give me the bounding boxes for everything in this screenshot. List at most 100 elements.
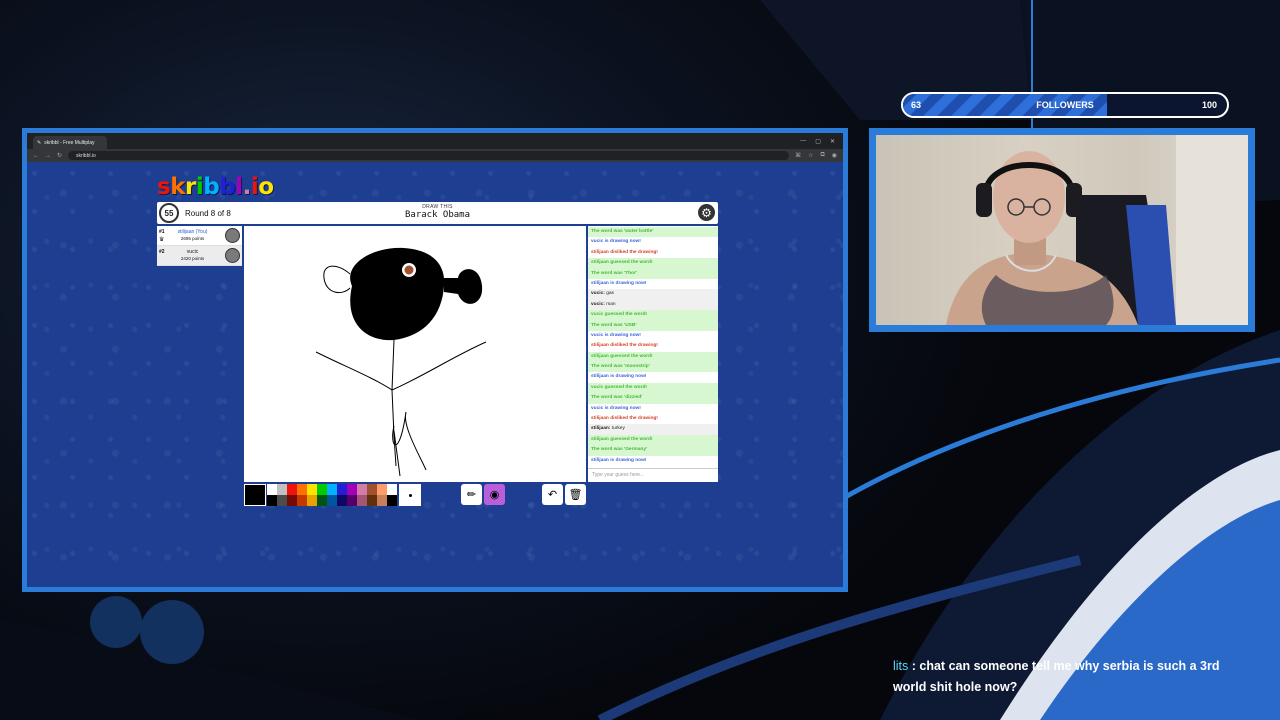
logo-letter: o xyxy=(258,174,274,200)
color-swatch[interactable] xyxy=(267,495,277,506)
browser-tab[interactable]: ✎ skribbl - Free Multiplay xyxy=(33,136,107,149)
chat-message-text: stilijaan is drawing now! xyxy=(591,457,647,463)
logo-letter: i xyxy=(195,174,204,200)
chat-message-text: vucic is drawing now! xyxy=(591,332,641,338)
trash-icon: 🗑 xyxy=(568,489,583,501)
brush-size-button[interactable] xyxy=(399,484,421,506)
url-input[interactable]: skribbl.io xyxy=(68,151,790,160)
color-swatch[interactable] xyxy=(277,484,287,495)
maximize-icon[interactable]: ▢ xyxy=(815,138,821,145)
chat-separator: : xyxy=(908,659,920,673)
chat-message: stilijaan disliked the drawing! xyxy=(588,248,718,258)
close-icon[interactable]: ✕ xyxy=(830,138,835,145)
reload-icon[interactable]: ↻ xyxy=(57,152,62,159)
chat-message: vucic is drawing now! xyxy=(588,331,718,341)
chat-message-text: vucic is drawing now! xyxy=(591,239,641,245)
color-swatch[interactable] xyxy=(377,484,387,495)
followers-goal-bar: 63 FOLLOWERS 100 xyxy=(901,92,1229,118)
extensions-icon[interactable]: ⧉ xyxy=(820,152,824,159)
color-swatch[interactable] xyxy=(277,495,287,506)
skribbl-logo: skribbl.io xyxy=(157,174,274,200)
logo-letter: b xyxy=(219,174,236,200)
chat-message-text: stilijaan is drawing now! xyxy=(591,374,647,380)
chat-message-user: vucic: xyxy=(591,291,607,297)
translate-icon[interactable]: ⌘ xyxy=(795,152,801,159)
chat-message: The word was 'USB' xyxy=(588,320,718,331)
fill-tool-button[interactable]: ◉ xyxy=(484,484,505,505)
settings-gear-icon[interactable]: ⚙ xyxy=(698,204,715,221)
current-color-swatch xyxy=(244,484,266,506)
color-swatch[interactable] xyxy=(297,484,307,495)
color-swatch[interactable] xyxy=(347,484,357,495)
chat-message: stilijaan guessed the word! xyxy=(588,258,718,269)
color-swatch[interactable] xyxy=(307,495,317,506)
chat-message-text: The word was 'moonstrip' xyxy=(591,364,650,370)
logo-letter: k xyxy=(170,174,185,200)
chat-message-text: stilijaan disliked the drawing! xyxy=(591,249,658,255)
chat-message: vucic is drawing now! xyxy=(588,237,718,247)
back-icon[interactable]: ← xyxy=(33,153,39,159)
color-swatch[interactable] xyxy=(287,484,297,495)
chat-message-text: vucic is drawing now! xyxy=(591,405,641,411)
color-swatch[interactable] xyxy=(327,495,337,506)
chat-message: vucic guessed the word! xyxy=(588,382,718,394)
avatar xyxy=(225,228,240,243)
clear-button[interactable]: 🗑 xyxy=(565,484,586,505)
player-row[interactable]: #1 ♛ stilijaan (You) 2695 points xyxy=(157,226,242,246)
logo-letter: i xyxy=(250,174,259,200)
stream-chat-message: lits : chat can someone tell me why serb… xyxy=(893,656,1233,698)
chat-message: stilijaan is drawing now! xyxy=(588,279,718,289)
logo-letter: b xyxy=(203,174,220,200)
chat-message-text: The word was 'Germany' xyxy=(591,447,648,453)
logo-letter: s xyxy=(157,174,171,200)
profile-icon[interactable]: ◉ xyxy=(832,152,837,159)
chat-text: chat can someone tell me why serbia is s… xyxy=(893,659,1220,694)
bookmark-star-icon[interactable]: ☆ xyxy=(808,152,813,159)
chat-message: vucic: gas xyxy=(588,289,718,300)
color-swatch[interactable] xyxy=(297,495,307,506)
color-swatch[interactable] xyxy=(387,484,397,495)
chat-message-text: The word was 'dizzied' xyxy=(591,395,643,401)
color-swatch[interactable] xyxy=(357,484,367,495)
chat-message-text: stilijaan guessed the word! xyxy=(591,436,653,442)
color-swatch[interactable] xyxy=(337,484,347,495)
guess-input[interactable]: Type your guess here... xyxy=(588,468,718,480)
color-swatch[interactable] xyxy=(367,484,377,495)
color-swatch[interactable] xyxy=(267,484,277,495)
color-swatch[interactable] xyxy=(317,484,327,495)
chat-message-user: stilijaan: xyxy=(591,426,612,432)
pencil-tool-button[interactable]: ✏ xyxy=(461,484,482,505)
color-swatch[interactable] xyxy=(307,484,317,495)
chat-message: The word was 'Thor' xyxy=(588,268,718,279)
color-swatch[interactable] xyxy=(287,495,297,506)
tab-favicon-icon: ✎ xyxy=(37,139,42,146)
current-word: Barack Obama xyxy=(404,210,471,220)
webcam-feed xyxy=(876,135,1248,325)
chat-message: stilijaan guessed the word! xyxy=(588,351,718,363)
minimize-icon[interactable]: — xyxy=(800,138,806,145)
color-swatch[interactable] xyxy=(357,495,367,506)
color-swatch[interactable] xyxy=(387,495,397,506)
skribbl-page: skribbl.io 55 Round 8 of 8 DRAW THIS Bar… xyxy=(27,162,843,587)
drawing-toolbar: ✏ ◉ ↶ 🗑 xyxy=(244,484,718,506)
chat-message-text: The word was 'Thor' xyxy=(591,270,637,276)
color-swatch[interactable] xyxy=(367,495,377,506)
brush-dot-icon xyxy=(408,493,412,497)
color-swatch[interactable] xyxy=(347,495,357,506)
forward-icon[interactable]: → xyxy=(45,153,51,159)
drawing-canvas[interactable] xyxy=(244,226,586,482)
chat-message-text: stilijaan guessed the word! xyxy=(591,260,653,266)
color-swatch[interactable] xyxy=(337,495,347,506)
paint-bucket-icon: ◉ xyxy=(489,489,500,501)
player-points: 2420 points xyxy=(180,256,205,261)
chat-message-text: vucic guessed the word! xyxy=(591,312,647,318)
color-swatch[interactable] xyxy=(327,484,337,495)
color-swatch[interactable] xyxy=(317,495,327,506)
undo-button[interactable]: ↶ xyxy=(542,484,563,505)
player-row[interactable]: #2 vucic 2420 points xyxy=(157,246,242,266)
color-swatch[interactable] xyxy=(377,495,387,506)
chat-message: The word was 'water bottle' xyxy=(588,227,718,238)
chat-message-text: The word was 'water bottle' xyxy=(591,229,654,234)
chat-messages: The word was 'water bottle' vucic is draw… xyxy=(588,226,718,468)
followers-label: FOLLOWERS xyxy=(1036,100,1094,110)
